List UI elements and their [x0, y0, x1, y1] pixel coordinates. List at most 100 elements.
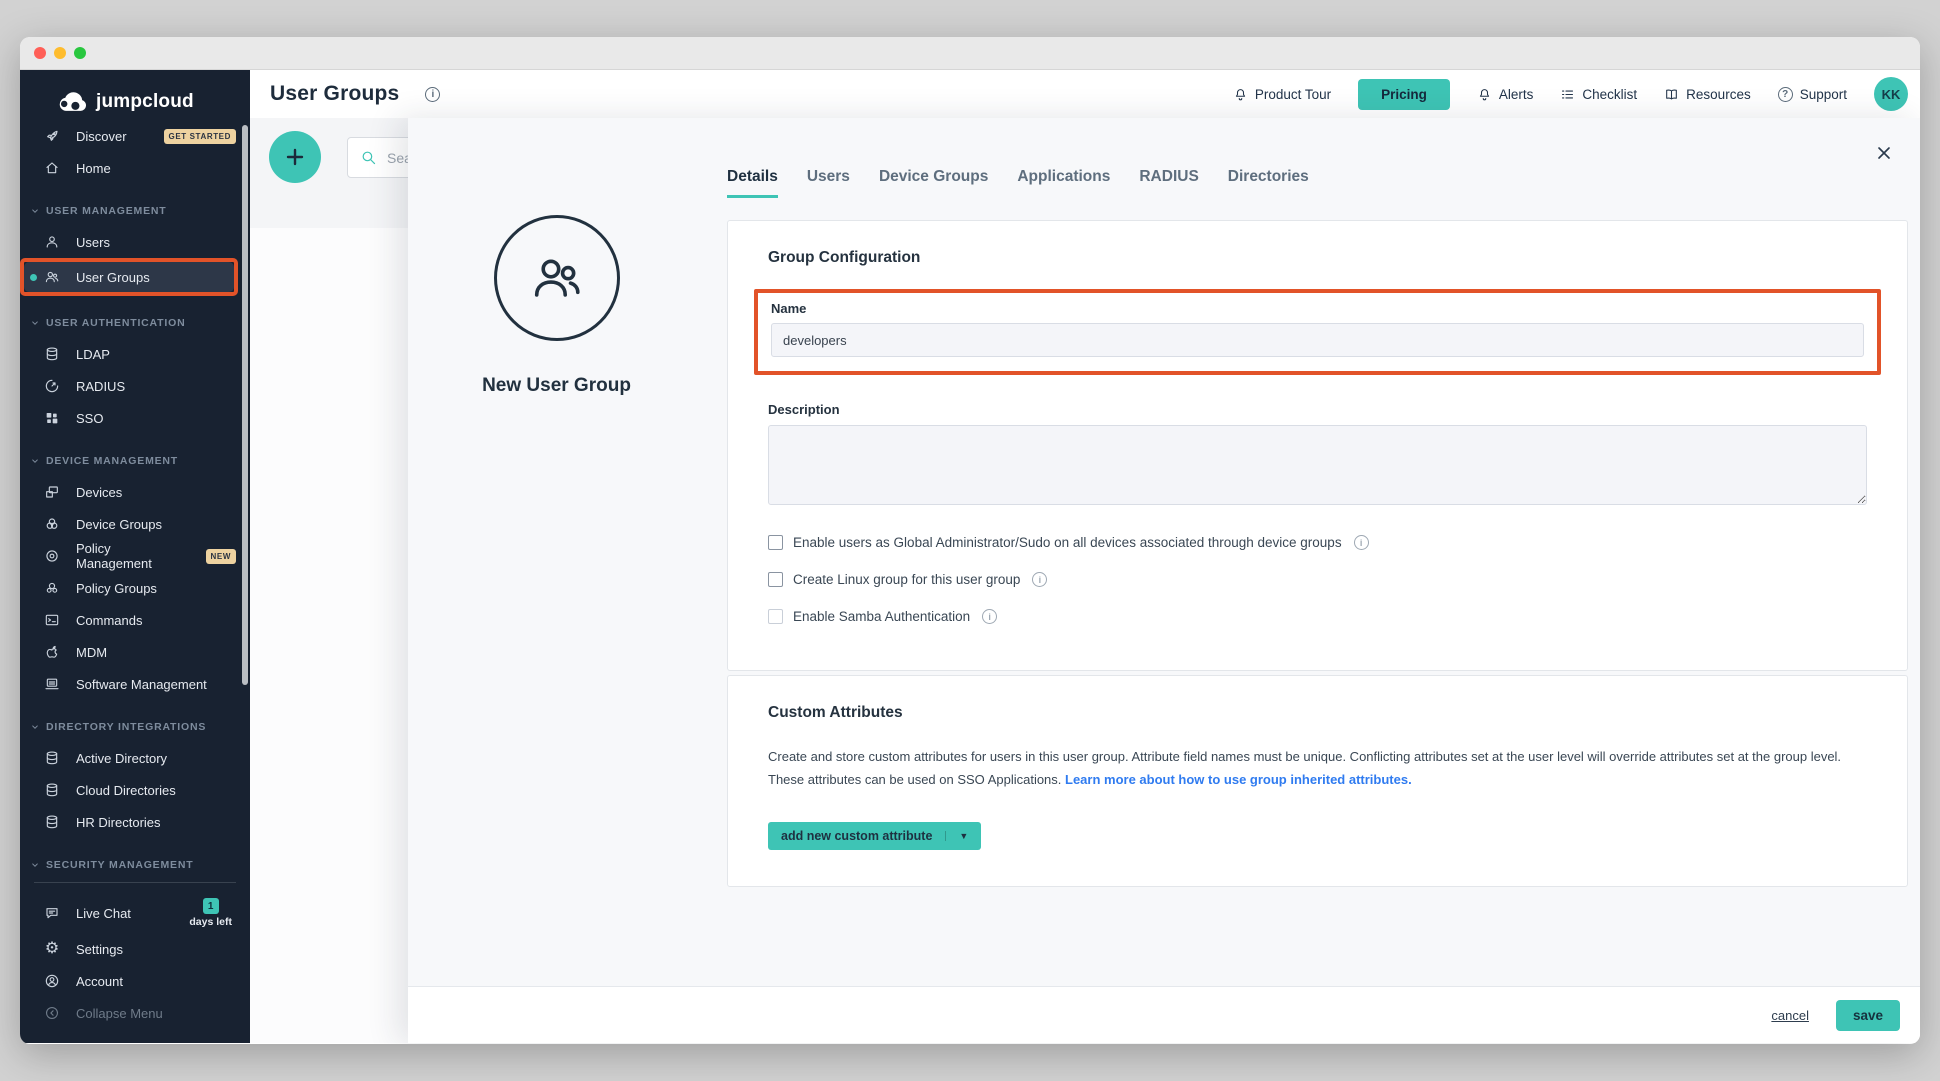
group-name-input[interactable]	[771, 323, 1864, 357]
save-button[interactable]: save	[1836, 1000, 1900, 1031]
section-label: DIRECTORY INTEGRATIONS	[46, 721, 206, 733]
window-titlebar	[20, 37, 1920, 70]
app-window: jumpcloud Discover GET STARTED Home USER…	[20, 37, 1920, 1044]
sidebar-item-mdm[interactable]: MDM	[20, 636, 250, 668]
tab-users[interactable]: Users	[807, 168, 850, 198]
info-icon[interactable]: i	[982, 609, 997, 624]
user-icon	[44, 234, 60, 250]
sidebar-section-security-management[interactable]: SECURITY MANAGEMENT	[20, 850, 250, 870]
sidebar-section-user-authentication[interactable]: USER AUTHENTICATION	[20, 308, 250, 338]
sidebar-item-account[interactable]: Account	[20, 965, 250, 997]
group-description-textarea[interactable]	[768, 425, 1867, 505]
description-label: Description	[768, 402, 1867, 417]
window-close-button[interactable]	[34, 47, 46, 59]
sidebar-item-software-management[interactable]: Software Management	[20, 668, 250, 700]
collapse-arrow-icon	[44, 1005, 60, 1021]
search-icon	[360, 149, 377, 166]
sidebar-item-devices[interactable]: Devices	[20, 476, 250, 508]
sidebar-item-users[interactable]: Users	[20, 226, 250, 258]
gear-icon: ⚙	[44, 941, 60, 957]
sidebar-item-device-groups[interactable]: Device Groups	[20, 508, 250, 540]
pricing-button[interactable]: Pricing	[1358, 79, 1450, 110]
resources-button[interactable]: Resources	[1664, 87, 1751, 102]
bell-icon	[1233, 87, 1248, 102]
sidebar-item-radius[interactable]: RADIUS	[20, 370, 250, 402]
info-icon[interactable]: i	[1354, 535, 1369, 550]
sso-grid-icon	[44, 410, 60, 426]
sidebar-item-settings[interactable]: ⚙ Settings	[20, 933, 250, 965]
tab-bar: Details Users Device Groups Applications…	[727, 168, 1908, 198]
info-icon[interactable]: i	[1032, 572, 1047, 587]
global-admin-checkbox[interactable]	[768, 535, 783, 550]
group-configuration-card: Group Configuration Name Description Ena…	[727, 220, 1908, 671]
question-icon: ?	[1778, 87, 1793, 102]
sidebar-section-directory-integrations[interactable]: DIRECTORY INTEGRATIONS	[20, 712, 250, 742]
product-tour-button[interactable]: Product Tour	[1233, 87, 1331, 102]
window-minimize-button[interactable]	[54, 47, 66, 59]
sidebar-item-home[interactable]: Home	[20, 152, 250, 184]
samba-auth-checkbox[interactable]	[768, 609, 783, 624]
tab-details[interactable]: Details	[727, 168, 778, 198]
window-zoom-button[interactable]	[74, 47, 86, 59]
checkbox-label: Enable users as Global Administrator/Sud…	[793, 535, 1342, 550]
header-nav: Product Tour Pricing Alerts Checklist Re…	[1233, 77, 1908, 111]
chevron-down-icon	[30, 318, 40, 328]
learn-more-link[interactable]: Learn more about how to use group inheri…	[1065, 772, 1412, 787]
sidebar-item-policy-groups[interactable]: Policy Groups	[20, 572, 250, 604]
section-title: Custom Attributes	[768, 704, 1867, 722]
product-tour-label: Product Tour	[1255, 87, 1331, 102]
panel-title: New User Group	[482, 375, 631, 397]
close-button[interactable]	[1872, 142, 1896, 166]
sidebar-item-active-directory[interactable]: Active Directory	[20, 742, 250, 774]
rocket-icon	[44, 128, 60, 144]
divider	[34, 882, 236, 883]
checkbox-label: Enable Samba Authentication	[793, 609, 970, 624]
cancel-link[interactable]: cancel	[1771, 1008, 1809, 1023]
tab-device-groups[interactable]: Device Groups	[879, 168, 988, 198]
add-custom-attribute-button[interactable]: add new custom attribute ▼	[768, 822, 981, 850]
description-field: Description	[768, 402, 1867, 505]
add-user-group-button[interactable]	[269, 131, 321, 183]
bell-icon	[1477, 87, 1492, 102]
user-avatar[interactable]: KK	[1874, 77, 1908, 111]
sidebar-section-user-management[interactable]: USER MANAGEMENT	[20, 196, 250, 226]
checklist-icon	[1560, 87, 1575, 102]
tab-radius[interactable]: RADIUS	[1139, 168, 1198, 198]
sidebar-item-discover[interactable]: Discover GET STARTED	[20, 120, 250, 152]
chevron-down-icon	[30, 206, 40, 216]
info-icon[interactable]: i	[425, 87, 440, 102]
checkbox-row-global-admin: Enable users as Global Administrator/Sud…	[768, 535, 1867, 550]
sidebar-item-policy-management[interactable]: Policy Management NEW	[20, 540, 250, 572]
jumpcloud-logo: jumpcloud	[20, 84, 250, 120]
new-user-group-panel: New User Group Details Users Device Grou…	[408, 118, 1920, 1043]
sidebar-item-live-chat[interactable]: Live Chat 1 days left	[20, 893, 250, 933]
active-dot	[30, 274, 37, 281]
chevron-down-icon	[30, 722, 40, 732]
sidebar-item-label: Commands	[76, 613, 142, 628]
alerts-button[interactable]: Alerts	[1477, 87, 1534, 102]
sidebar-item-sso[interactable]: SSO	[20, 402, 250, 434]
sidebar-item-commands[interactable]: Commands	[20, 604, 250, 636]
sidebar-item-user-groups[interactable]: User Groups	[24, 262, 234, 292]
sidebar-item-ldap[interactable]: LDAP	[20, 338, 250, 370]
book-icon	[1664, 87, 1679, 102]
apple-icon	[44, 644, 60, 660]
cluster-icon	[44, 580, 60, 596]
sidebar-scrollbar[interactable]	[242, 125, 248, 685]
user-group-avatar	[494, 215, 620, 341]
sidebar-item-cloud-directories[interactable]: Cloud Directories	[20, 774, 250, 806]
sidebar-item-collapse-menu[interactable]: Collapse Menu	[20, 997, 250, 1029]
sidebar-item-label: Live Chat	[76, 906, 131, 921]
checklist-button[interactable]: Checklist	[1560, 87, 1637, 102]
page-header: User Groups i Product Tour Pricing Alert…	[250, 70, 1920, 118]
tab-directories[interactable]: Directories	[1228, 168, 1309, 198]
laptop-icon	[44, 676, 60, 692]
alerts-label: Alerts	[1499, 87, 1534, 102]
sidebar-item-hr-directories[interactable]: HR Directories	[20, 806, 250, 838]
support-button[interactable]: ? Support	[1778, 87, 1847, 102]
sidebar-section-device-management[interactable]: DEVICE MANAGEMENT	[20, 446, 250, 476]
linux-group-checkbox[interactable]	[768, 572, 783, 587]
sidebar-item-label: Home	[76, 161, 111, 176]
tab-applications[interactable]: Applications	[1017, 168, 1110, 198]
panel-content: Details Users Device Groups Applications…	[727, 118, 1920, 1043]
